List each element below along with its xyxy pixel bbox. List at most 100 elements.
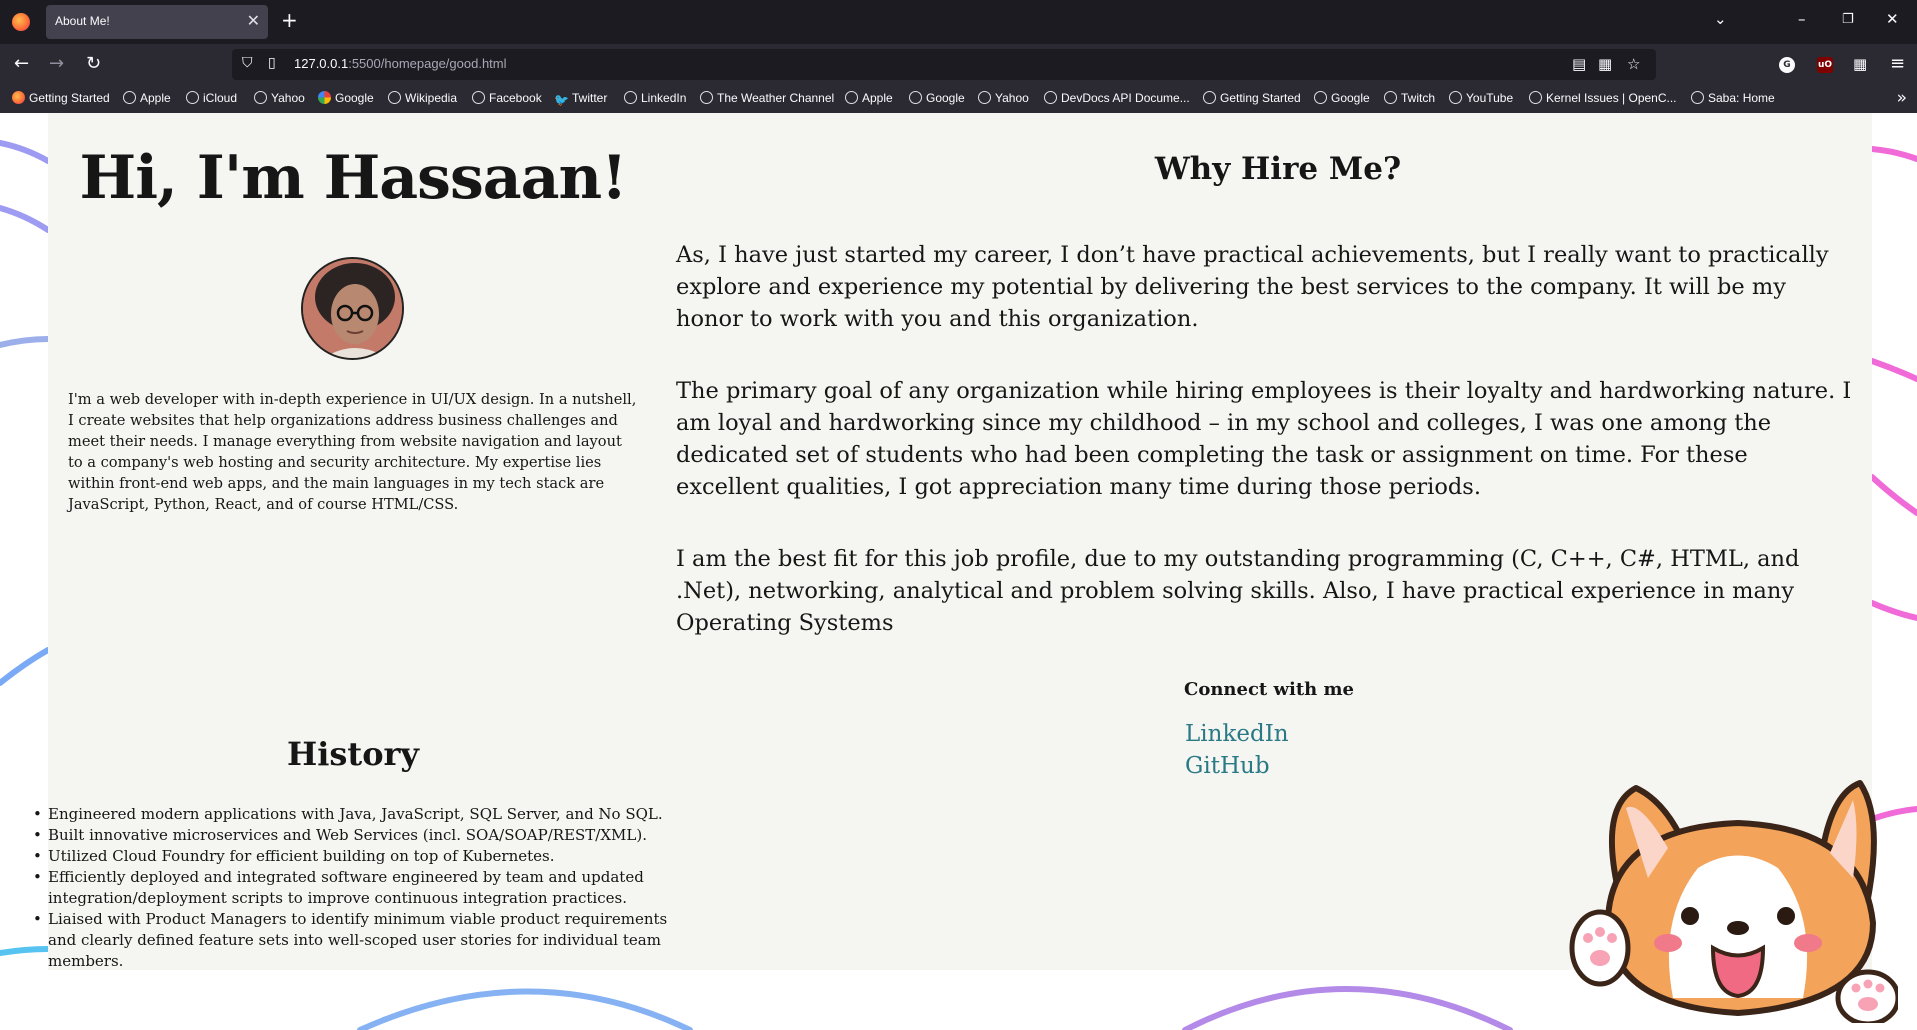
why-hire-heading: Why Hire Me? [1154,151,1402,187]
history-heading: History [287,735,419,773]
bookmark-label: Kernel Issues | OpenC... [1546,91,1677,105]
why-paragraph-1: As, I have just started my career, I don… [676,242,1829,332]
profile-avatar [301,257,404,360]
reload-icon[interactable]: ↻ [86,53,101,74]
bookmark-item[interactable]: The Weather Channel [700,91,834,105]
globe-icon [909,91,922,104]
address-bar[interactable]: ⛉ ▯ 127.0.0.1:5500/homepage/good.html ▤ … [232,49,1656,80]
connect-heading: Connect with me [1184,679,1354,700]
bookmark-item[interactable]: Google [909,91,965,105]
reader-view-icon[interactable]: ▤ [1572,55,1586,73]
bookmark-item[interactable]: iCloud [186,91,237,105]
bookmark-label: DevDocs API Docume... [1061,91,1190,105]
bookmark-label: YouTube [1466,91,1514,105]
globe-icon [254,91,267,104]
bookmark-star-icon[interactable]: ☆ [1627,55,1640,73]
globe-icon [1203,91,1216,104]
globe-icon [624,91,637,104]
tab-close-icon[interactable]: ✕ [247,11,260,30]
bookmark-label: Twitter [572,91,608,105]
globe-icon [1044,91,1057,104]
tab-title: About Me! [55,14,110,28]
bookmark-item[interactable]: DevDocs API Docume... [1044,91,1190,105]
bookmark-label: Getting Started [29,91,110,105]
history-item: Liaised with Product Managers to identif… [33,909,698,972]
bookmark-item[interactable]: Twitch [1384,91,1435,105]
bookmark-item[interactable]: Google [1314,91,1370,105]
globe-icon [845,91,858,104]
globe-icon [978,91,991,104]
globe-icon [1691,91,1704,104]
new-tab-icon[interactable]: + [281,8,298,32]
extensions-icon[interactable]: ▦ [1853,55,1867,73]
bookmark-label: Facebook [489,91,542,105]
bookmark-label: Saba: Home [1708,91,1775,105]
bookmark-label: Google [926,91,965,105]
more-bookmarks-icon[interactable]: » [1897,88,1907,108]
web-page: Hi, I'm Hassaan! I'm a web developer wit… [0,113,1917,1030]
github-link[interactable]: GitHub [1185,753,1270,779]
globe-icon [123,91,136,104]
bookmark-label: Apple [140,91,171,105]
history-list: Engineered modern applications with Java… [33,804,698,972]
minimize-icon[interactable]: – [1798,10,1806,28]
bookmark-item[interactable]: Yahoo [978,91,1029,105]
bookmark-item[interactable]: Facebook [472,91,542,105]
bookmark-item[interactable]: Wikipedia [388,91,457,105]
bookmark-label: Google [1331,91,1370,105]
firefox-icon[interactable] [12,13,30,31]
bookmark-label: Getting Started [1220,91,1301,105]
linkedin-link[interactable]: LinkedIn [1185,721,1289,747]
bookmark-label: Wikipedia [405,91,458,105]
google-icon [318,91,331,104]
why-paragraph-3: I am the best fit for this job profile, … [676,546,1800,636]
bookmark-item[interactable]: Kernel Issues | OpenC... [1529,91,1677,105]
bookmark-item[interactable]: Apple [845,91,893,105]
bookmark-label: Apple [862,91,893,105]
globe-icon [700,91,713,104]
tracking-shield-icon[interactable]: ⛉ [242,55,253,71]
globe-icon [1529,91,1542,104]
close-window-icon[interactable]: ✕ [1886,10,1899,28]
restore-icon[interactable]: ❐ [1842,12,1854,27]
bookmark-label: LinkedIn [641,91,687,105]
qr-code-icon[interactable]: ▦ [1598,55,1612,73]
bookmark-item[interactable]: Getting Started [1203,91,1301,105]
bookmark-item[interactable]: LinkedIn [624,91,686,105]
globe-icon [1384,91,1397,104]
firefox-icon [12,91,25,104]
menu-icon[interactable]: ≡ [1890,53,1905,74]
navigation-toolbar: ← → ↻ ⛉ ▯ 127.0.0.1:5500/homepage/good.h… [0,44,1917,85]
globe-icon [1449,91,1462,104]
history-item: Utilized Cloud Foundry for efficient bui… [33,846,698,867]
bookmark-item[interactable]: Google [318,91,374,105]
bookmark-item[interactable]: Saba: Home [1691,91,1775,105]
bookmark-item[interactable]: Yahoo [254,91,305,105]
bookmark-label: Yahoo [995,91,1029,105]
bookmark-label: Twitch [1401,91,1436,105]
list-tabs-icon[interactable]: ⌄ [1714,10,1727,28]
history-item: Efficiently deployed and integrated soft… [33,867,698,909]
bookmark-label: Google [335,91,374,105]
globe-icon [472,91,485,104]
bookmark-item[interactable]: YouTube [1449,91,1513,105]
back-icon[interactable]: ← [14,53,29,74]
bookmarks-toolbar: Getting Started Apple iCloud Yahoo Google Wik… [0,85,1917,113]
profile-photo-icon [303,259,402,358]
url-text[interactable]: 127.0.0.1:5500/homepage/good.html [294,56,507,71]
bookmark-item[interactable]: Apple [123,91,171,105]
forward-icon[interactable]: → [49,53,64,74]
globe-icon [186,91,199,104]
grammarly-extension-icon[interactable]: G [1779,57,1795,73]
bookmark-item[interactable]: Getting Started [12,91,110,105]
why-paragraph-2: The primary goal of any organization whi… [676,378,1852,500]
bookmark-label: Yahoo [271,91,305,105]
page-title: Hi, I'm Hassaan! [79,143,628,213]
bookmark-item[interactable]: 🐦 Twitter [554,91,607,107]
history-item: Engineered modern applications with Java… [33,804,698,825]
tab-about-me[interactable]: About Me! ✕ [46,5,268,39]
ublock-extension-icon[interactable]: uO [1817,57,1833,73]
page-info-icon[interactable]: ▯ [268,55,276,71]
browser-tab-bar: About Me! ✕ + ⌄ – ❐ ✕ [0,0,1917,44]
history-item: Built innovative microservices and Web S… [33,825,698,846]
